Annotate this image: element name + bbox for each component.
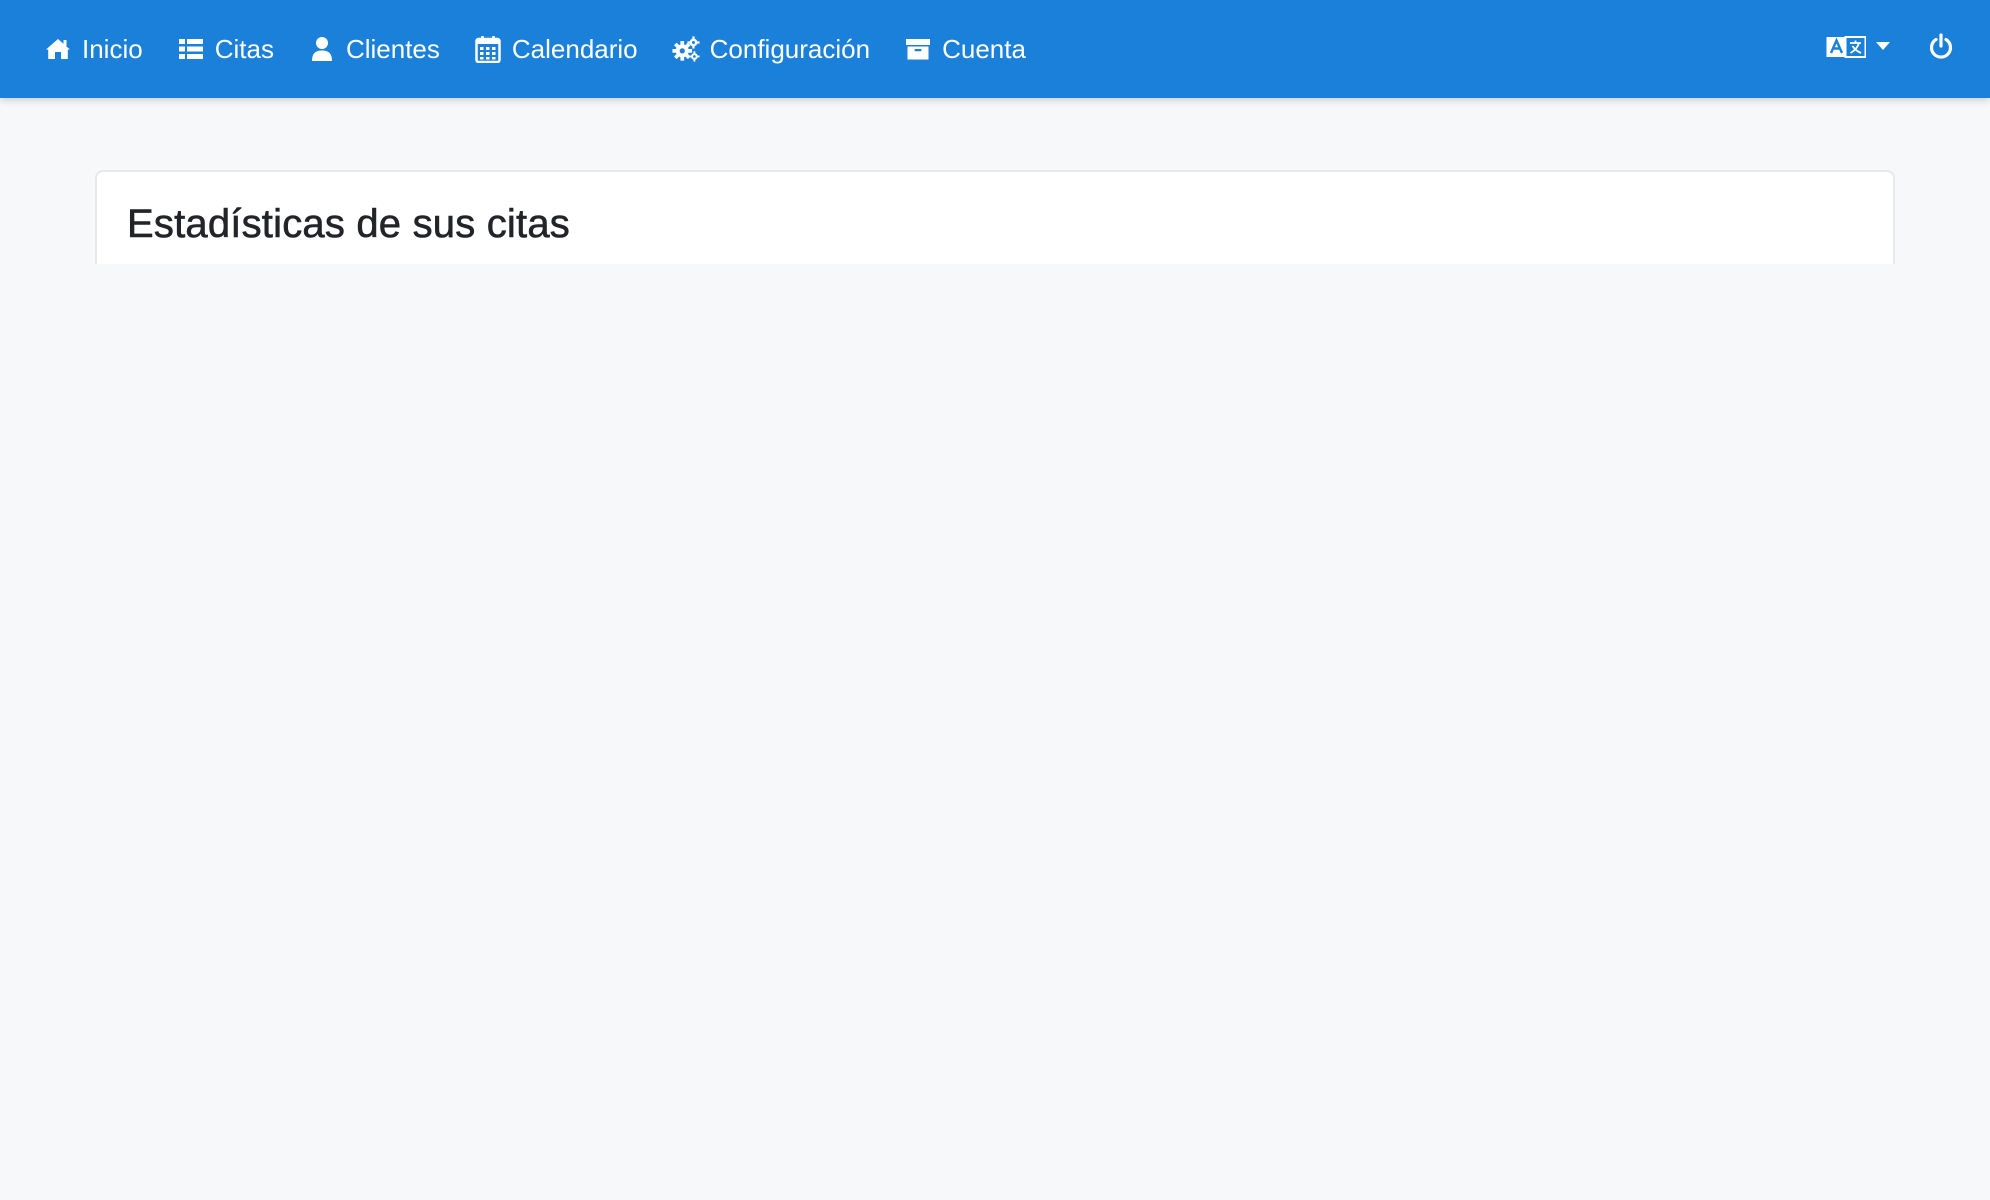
nav-item-label: Citas <box>214 33 274 64</box>
nav-item-label: Cuenta <box>942 33 1026 64</box>
nav-item-configuracion[interactable]: Configuración <box>672 0 870 98</box>
top-navbar: Inicio Citas Clientes Calendario Configu… <box>0 0 1990 98</box>
logout-button[interactable] <box>1928 0 1954 98</box>
calendar-icon <box>474 35 502 63</box>
nav-item-citas[interactable]: Citas <box>177 0 274 98</box>
language-dropdown-toggle[interactable] <box>1826 0 1890 98</box>
nav-item-label: Calendario <box>511 33 638 64</box>
nav-item-inicio[interactable]: Inicio <box>44 0 143 98</box>
nav-item-clientes[interactable]: Clientes <box>308 0 440 98</box>
caret-down-icon <box>1876 42 1890 50</box>
power-icon <box>1928 32 1954 66</box>
list-icon <box>177 35 205 63</box>
card-title: Estadísticas de sus citas <box>127 202 570 247</box>
nav-right-actions <box>1826 0 1954 98</box>
archive-icon <box>904 35 932 63</box>
nav-item-calendario[interactable]: Calendario <box>474 0 638 98</box>
statistics-card: Estadísticas de sus citas <box>95 170 1895 264</box>
user-icon <box>308 35 336 63</box>
language-icon <box>1826 35 1867 64</box>
nav-item-label: Configuración <box>709 33 871 64</box>
nav-item-cuenta[interactable]: Cuenta <box>904 0 1026 98</box>
nav-menu: Inicio Citas Clientes Calendario Configu… <box>44 0 1060 98</box>
cogs-icon <box>672 35 700 63</box>
nav-item-label: Inicio <box>82 33 143 64</box>
nav-item-label: Clientes <box>345 33 440 64</box>
home-icon <box>44 35 72 63</box>
